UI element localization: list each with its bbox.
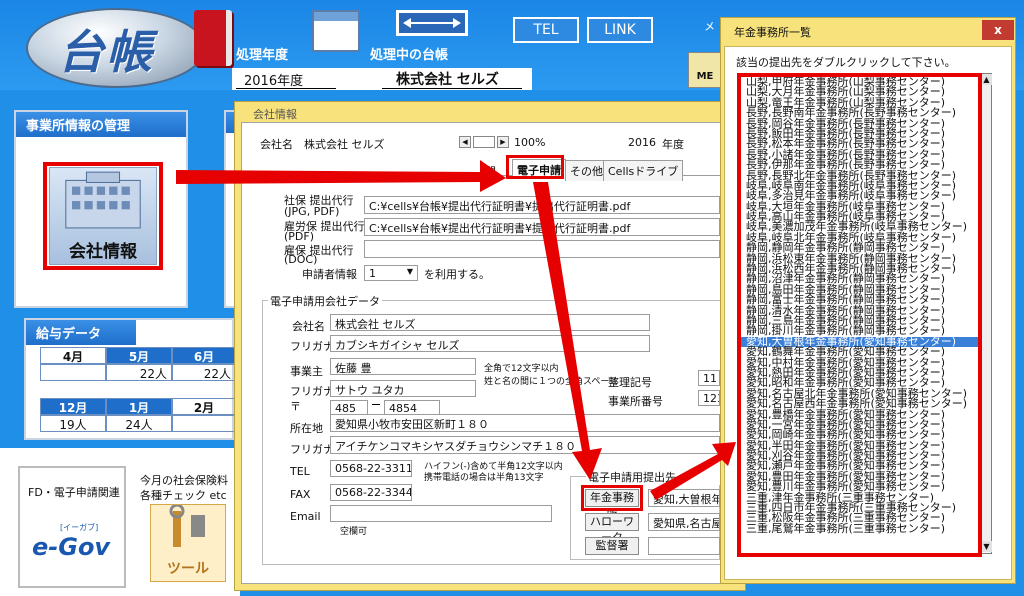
arrow-to-list <box>650 442 736 500</box>
annotation-arrows <box>176 160 736 500</box>
arrow-to-tab <box>176 160 506 192</box>
arrow-to-nenkin-button <box>533 182 602 480</box>
